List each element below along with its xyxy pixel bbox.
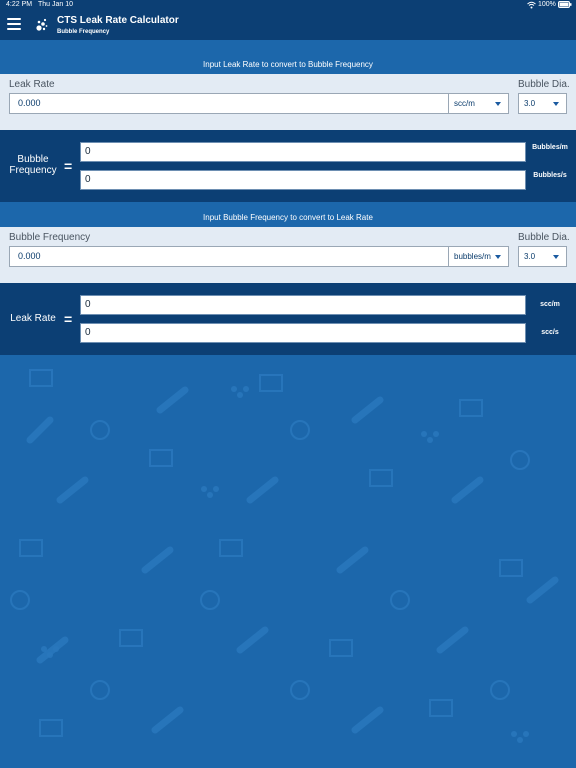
scc-per-second-output[interactable]: 0 bbox=[80, 323, 526, 343]
equals-sign: = bbox=[64, 158, 73, 174]
chevron-down-icon bbox=[553, 102, 559, 106]
leak-rate-result-panel: Leak Rate = 0 scc/m 0 scc/s bbox=[0, 283, 576, 355]
equals-sign: = bbox=[64, 311, 73, 327]
status-date: Thu Jan 10 bbox=[38, 1, 74, 8]
bubble-dia-select[interactable]: 3.0 bbox=[518, 93, 567, 114]
bubble-frequency-unit-value: bubbles/m bbox=[454, 252, 491, 261]
bubbles-logo-icon bbox=[36, 18, 48, 31]
chevron-down-icon bbox=[553, 255, 559, 259]
scc-per-minute-unit: scc/m bbox=[540, 301, 560, 308]
menu-icon[interactable] bbox=[7, 18, 21, 30]
bubble-frequency-unit-select[interactable]: bubbles/m bbox=[448, 246, 509, 267]
chevron-down-icon bbox=[495, 102, 501, 106]
battery-percent: 100% bbox=[538, 1, 556, 8]
bubble-dia-label: Bubble Dia. bbox=[518, 232, 570, 243]
status-bar: 4:22 PM Thu Jan 10 100% bbox=[0, 0, 576, 10]
bubble-frequency-input-panel: Bubble Frequency Bubble Dia. 0.000 bubbl… bbox=[0, 227, 576, 283]
bubbles-per-second-unit: Bubbles/s bbox=[533, 172, 567, 179]
scc-per-second-unit: scc/s bbox=[541, 329, 559, 336]
app-subtitle: Bubble Frequency bbox=[57, 29, 110, 35]
bubbles-per-second-output[interactable]: 0 bbox=[80, 170, 526, 190]
app-header: CTS Leak Rate Calculator Bubble Frequenc… bbox=[0, 10, 576, 40]
leak-rate-unit-value: scc/m bbox=[454, 99, 475, 108]
status-time: 4:22 PM bbox=[6, 1, 33, 8]
bubble-dia-value: 3.0 bbox=[524, 99, 536, 108]
leak-rate-label: Leak Rate bbox=[9, 79, 55, 90]
leak-rate-unit-select[interactable]: scc/m bbox=[448, 93, 509, 114]
bubble-frequency-result-label: Bubble Frequency bbox=[9, 154, 57, 176]
bubble-dia-label: Bubble Dia. bbox=[518, 79, 570, 90]
bubble-dia-value: 3.0 bbox=[524, 252, 536, 261]
chevron-down-icon bbox=[495, 255, 501, 259]
battery-icon bbox=[558, 1, 572, 8]
section2-instruction: Input Bubble Frequency to convert to Lea… bbox=[0, 207, 576, 229]
bubble-frequency-input[interactable]: 0.000 bbox=[9, 246, 449, 267]
bubble-frequency-result-panel: Bubble Frequency = 0 Bubbles/m 0 Bubbles… bbox=[0, 130, 576, 202]
leak-rate-input[interactable]: 0.000 bbox=[9, 93, 449, 114]
app-title: CTS Leak Rate Calculator bbox=[57, 15, 179, 26]
bubble-frequency-label: Bubble Frequency bbox=[9, 232, 91, 243]
scc-per-minute-output[interactable]: 0 bbox=[80, 295, 526, 315]
bubble-dia-select[interactable]: 3.0 bbox=[518, 246, 567, 267]
bubbles-per-minute-unit: Bubbles/m bbox=[532, 144, 568, 151]
leak-rate-input-panel: Leak Rate Bubble Dia. 0.000 scc/m 3.0 bbox=[0, 74, 576, 130]
leak-rate-result-label: Leak Rate bbox=[10, 313, 56, 324]
bubbles-per-minute-output[interactable]: 0 bbox=[80, 142, 526, 162]
wifi-icon bbox=[527, 1, 536, 9]
section1-instruction: Input Leak Rate to convert to Bubble Fre… bbox=[0, 54, 576, 76]
